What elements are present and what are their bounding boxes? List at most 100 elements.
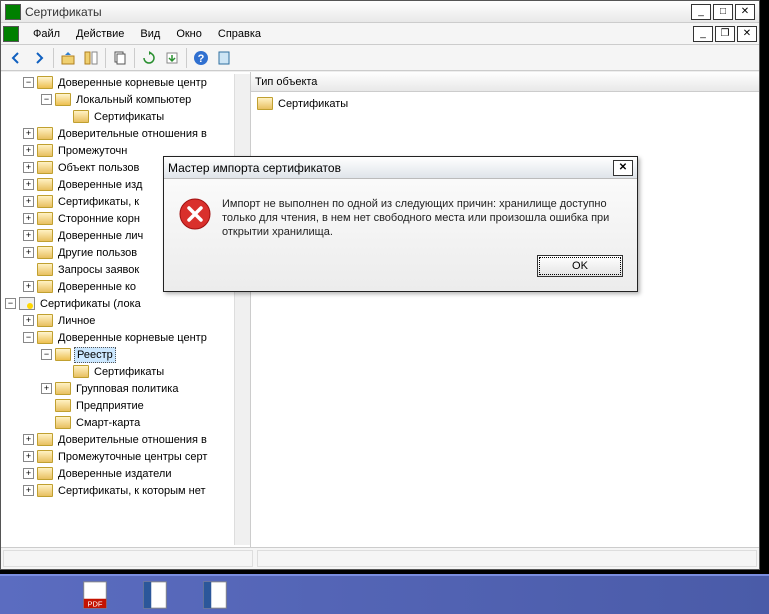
tree-item[interactable]: Сертификаты, к: [56, 195, 141, 209]
back-button[interactable]: [5, 47, 27, 69]
folder-icon: [257, 97, 273, 110]
tree-item[interactable]: Сертификаты: [92, 365, 166, 379]
content-pane: Тип объекта Сертификаты: [251, 72, 759, 547]
tree-item[interactable]: Промежуточн: [56, 144, 129, 158]
tree-item[interactable]: Локальный компьютер: [74, 93, 193, 107]
taskbar-doc-icon[interactable]: [200, 580, 230, 610]
child-restore-button[interactable]: ❐: [715, 26, 735, 42]
svg-text:PDF: PDF: [88, 599, 103, 608]
up-button[interactable]: [57, 47, 79, 69]
error-dialog: Мастер импорта сертификатов ✕ Импорт не …: [163, 156, 638, 292]
tree-item[interactable]: Доверенные корневые центр: [56, 76, 209, 90]
export-button[interactable]: [161, 47, 183, 69]
tree-item[interactable]: Доверительные отношения в: [56, 127, 209, 141]
tree-item[interactable]: Сертификаты: [92, 110, 166, 124]
folder-icon: [55, 382, 71, 395]
separator: [134, 48, 135, 68]
list-item-label: Сертификаты: [276, 97, 350, 111]
tree-scrollbar[interactable]: [234, 74, 250, 545]
folder-icon: [55, 348, 71, 361]
app-icon: [5, 4, 21, 20]
tree-item-selected[interactable]: Реестр: [74, 347, 116, 363]
menubar: Файл Действие Вид Окно Справка _ ❐ ✕: [1, 23, 759, 45]
folder-icon: [73, 365, 89, 378]
tree-item[interactable]: Объект пользов: [56, 161, 141, 175]
properties-button[interactable]: [213, 47, 235, 69]
child-close-button[interactable]: ✕: [737, 26, 757, 42]
help-button[interactable]: ?: [190, 47, 212, 69]
folder-icon: [37, 433, 53, 446]
close-button[interactable]: ✕: [735, 4, 755, 20]
folder-icon: [37, 127, 53, 140]
column-header[interactable]: Тип объекта: [255, 74, 317, 90]
titlebar[interactable]: Сертификаты _ □ ✕: [1, 1, 759, 23]
folder-icon: [55, 93, 71, 106]
tree-item[interactable]: Групповая политика: [74, 382, 180, 396]
folder-icon: [37, 76, 53, 89]
folder-icon: [37, 484, 53, 497]
folder-icon: [37, 161, 53, 174]
taskbar-doc-icon[interactable]: [140, 580, 170, 610]
tree-pane: −Доверенные корневые центр −Локальный ко…: [1, 72, 251, 547]
folder-icon: [37, 195, 53, 208]
folder-icon: [37, 450, 53, 463]
separator: [186, 48, 187, 68]
menu-action[interactable]: Действие: [68, 25, 132, 43]
tree-item[interactable]: Доверительные отношения в: [56, 433, 209, 447]
tree-item[interactable]: Доверенные лич: [56, 229, 145, 243]
folder-icon: [37, 280, 53, 293]
folder-icon: [37, 331, 53, 344]
folder-icon: [37, 246, 53, 259]
refresh-button[interactable]: [138, 47, 160, 69]
taskbar[interactable]: PDF: [0, 574, 769, 614]
tree-item[interactable]: Промежуточные центры серт: [56, 450, 209, 464]
folder-icon: [73, 110, 89, 123]
tree-item[interactable]: Предприятие: [74, 399, 146, 413]
tree-item[interactable]: Доверенные корневые центр: [56, 331, 209, 345]
maximize-button[interactable]: □: [713, 4, 733, 20]
statusbar: [1, 547, 759, 569]
menu-help[interactable]: Справка: [210, 25, 269, 43]
toolbar: ?: [1, 45, 759, 71]
menu-view[interactable]: Вид: [132, 25, 168, 43]
folder-icon: [37, 229, 53, 242]
dialog-title: Мастер импорта сертификатов: [168, 161, 613, 175]
menu-file[interactable]: Файл: [25, 25, 68, 43]
certificate-store-icon: [19, 297, 35, 310]
list-header[interactable]: Тип объекта: [251, 72, 759, 92]
forward-button[interactable]: [28, 47, 50, 69]
separator: [53, 48, 54, 68]
folder-icon: [37, 178, 53, 191]
tree-item[interactable]: Сторонние корн: [56, 212, 142, 226]
tree-item[interactable]: Сертификаты (лока: [38, 297, 143, 311]
window-title: Сертификаты: [25, 5, 691, 19]
copy-button[interactable]: [109, 47, 131, 69]
dialog-close-button[interactable]: ✕: [613, 160, 633, 176]
folder-icon: [37, 144, 53, 157]
folder-icon: [37, 467, 53, 480]
error-icon: [178, 197, 212, 231]
tree-item[interactable]: Сертификаты, к которым нет: [56, 484, 208, 498]
child-minimize-button[interactable]: _: [693, 26, 713, 42]
taskbar-pdf-icon[interactable]: PDF: [80, 580, 110, 610]
menu-window[interactable]: Окно: [168, 25, 210, 43]
ok-button[interactable]: OK: [537, 255, 623, 277]
dialog-titlebar[interactable]: Мастер импорта сертификатов ✕: [164, 157, 637, 179]
list-item[interactable]: Сертификаты: [257, 95, 753, 112]
folder-icon: [55, 399, 71, 412]
tree-item[interactable]: Смарт-карта: [74, 416, 142, 430]
svg-text:?: ?: [198, 53, 205, 65]
console-icon: [3, 26, 19, 42]
folder-icon: [37, 314, 53, 327]
folder-icon: [37, 263, 53, 276]
tree-item[interactable]: Другие пользов: [56, 246, 139, 260]
minimize-button[interactable]: _: [691, 4, 711, 20]
tree-item[interactable]: Доверенные изд: [56, 178, 144, 192]
dialog-text: Импорт не выполнен по одной из следующих…: [222, 197, 623, 239]
show-hide-button[interactable]: [80, 47, 102, 69]
tree-item[interactable]: Доверенные ко: [56, 280, 138, 294]
separator: [105, 48, 106, 68]
tree-item[interactable]: Запросы заявок: [56, 263, 141, 277]
tree-item[interactable]: Доверенные издатели: [56, 467, 173, 481]
tree-item[interactable]: Личное: [56, 314, 97, 328]
